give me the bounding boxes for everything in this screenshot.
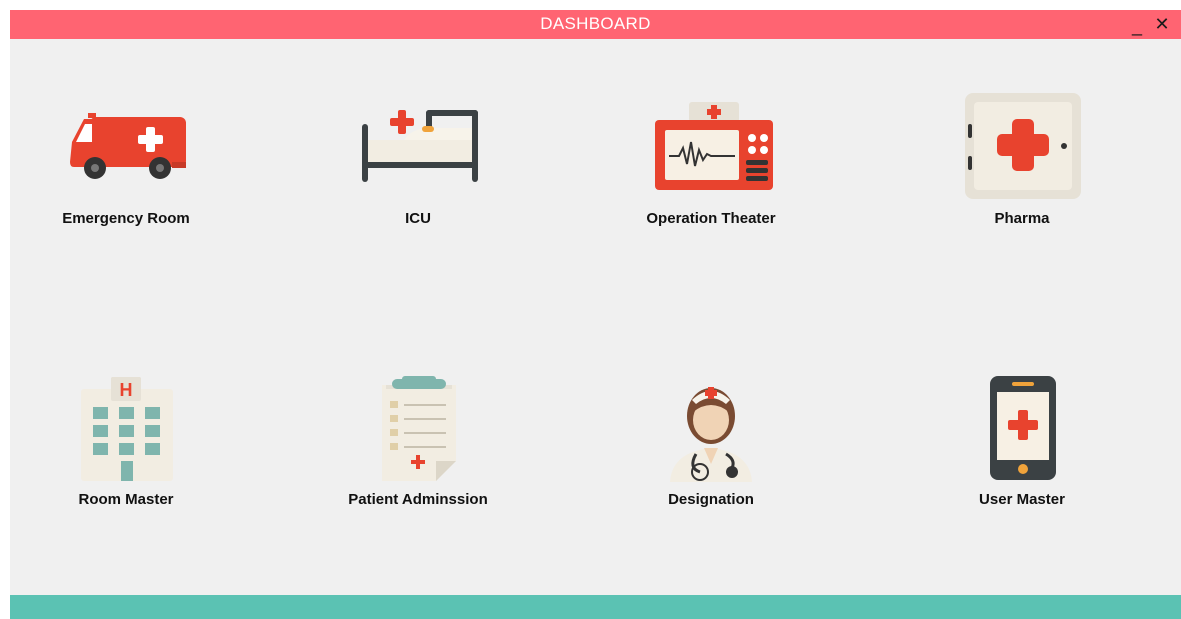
tile-label: Designation bbox=[668, 491, 754, 508]
dashboard-window: DASHBOARD _ ✕ Emergency Room ICU Operati… bbox=[10, 10, 1181, 619]
tile-label: Operation Theater bbox=[646, 210, 776, 227]
close-button[interactable]: ✕ bbox=[1151, 13, 1173, 35]
clipboard-icon bbox=[382, 376, 456, 481]
tile-label: Room Master bbox=[78, 491, 174, 508]
tile-room-master[interactable]: H H Room Master bbox=[16, 360, 236, 510]
hospital-building-icon: H H bbox=[81, 377, 173, 481]
tile-label: ICU bbox=[405, 210, 431, 227]
heart-monitor-icon bbox=[655, 102, 773, 190]
footer-bar bbox=[10, 595, 1181, 619]
tile-label: User Master bbox=[979, 491, 1065, 508]
hospital-bed-icon bbox=[362, 110, 478, 182]
minimize-button[interactable]: _ bbox=[1126, 15, 1148, 37]
tile-pharma[interactable]: Pharma bbox=[912, 80, 1132, 230]
tile-label: Pharma bbox=[994, 210, 1050, 227]
title-bar[interactable]: DASHBOARD _ ✕ bbox=[10, 10, 1181, 39]
svg-text:H: H bbox=[120, 380, 133, 400]
tile-designation[interactable]: Designation bbox=[601, 360, 821, 510]
ambulance-icon bbox=[70, 113, 186, 179]
nurse-icon bbox=[670, 387, 752, 482]
medicine-cabinet-icon bbox=[965, 93, 1081, 199]
mobile-phone-icon bbox=[990, 376, 1056, 480]
tile-user-master[interactable]: User Master bbox=[912, 360, 1132, 510]
tile-icu[interactable]: ICU bbox=[308, 80, 528, 230]
tile-patient-admission[interactable]: Patient Adminssion bbox=[308, 360, 528, 510]
tile-emergency-room[interactable]: Emergency Room bbox=[16, 80, 236, 230]
window-title: DASHBOARD bbox=[540, 14, 651, 33]
tile-operation-theater[interactable]: Operation Theater bbox=[601, 80, 821, 230]
tile-label: Patient Adminssion bbox=[348, 491, 488, 508]
tile-label: Emergency Room bbox=[62, 210, 190, 227]
